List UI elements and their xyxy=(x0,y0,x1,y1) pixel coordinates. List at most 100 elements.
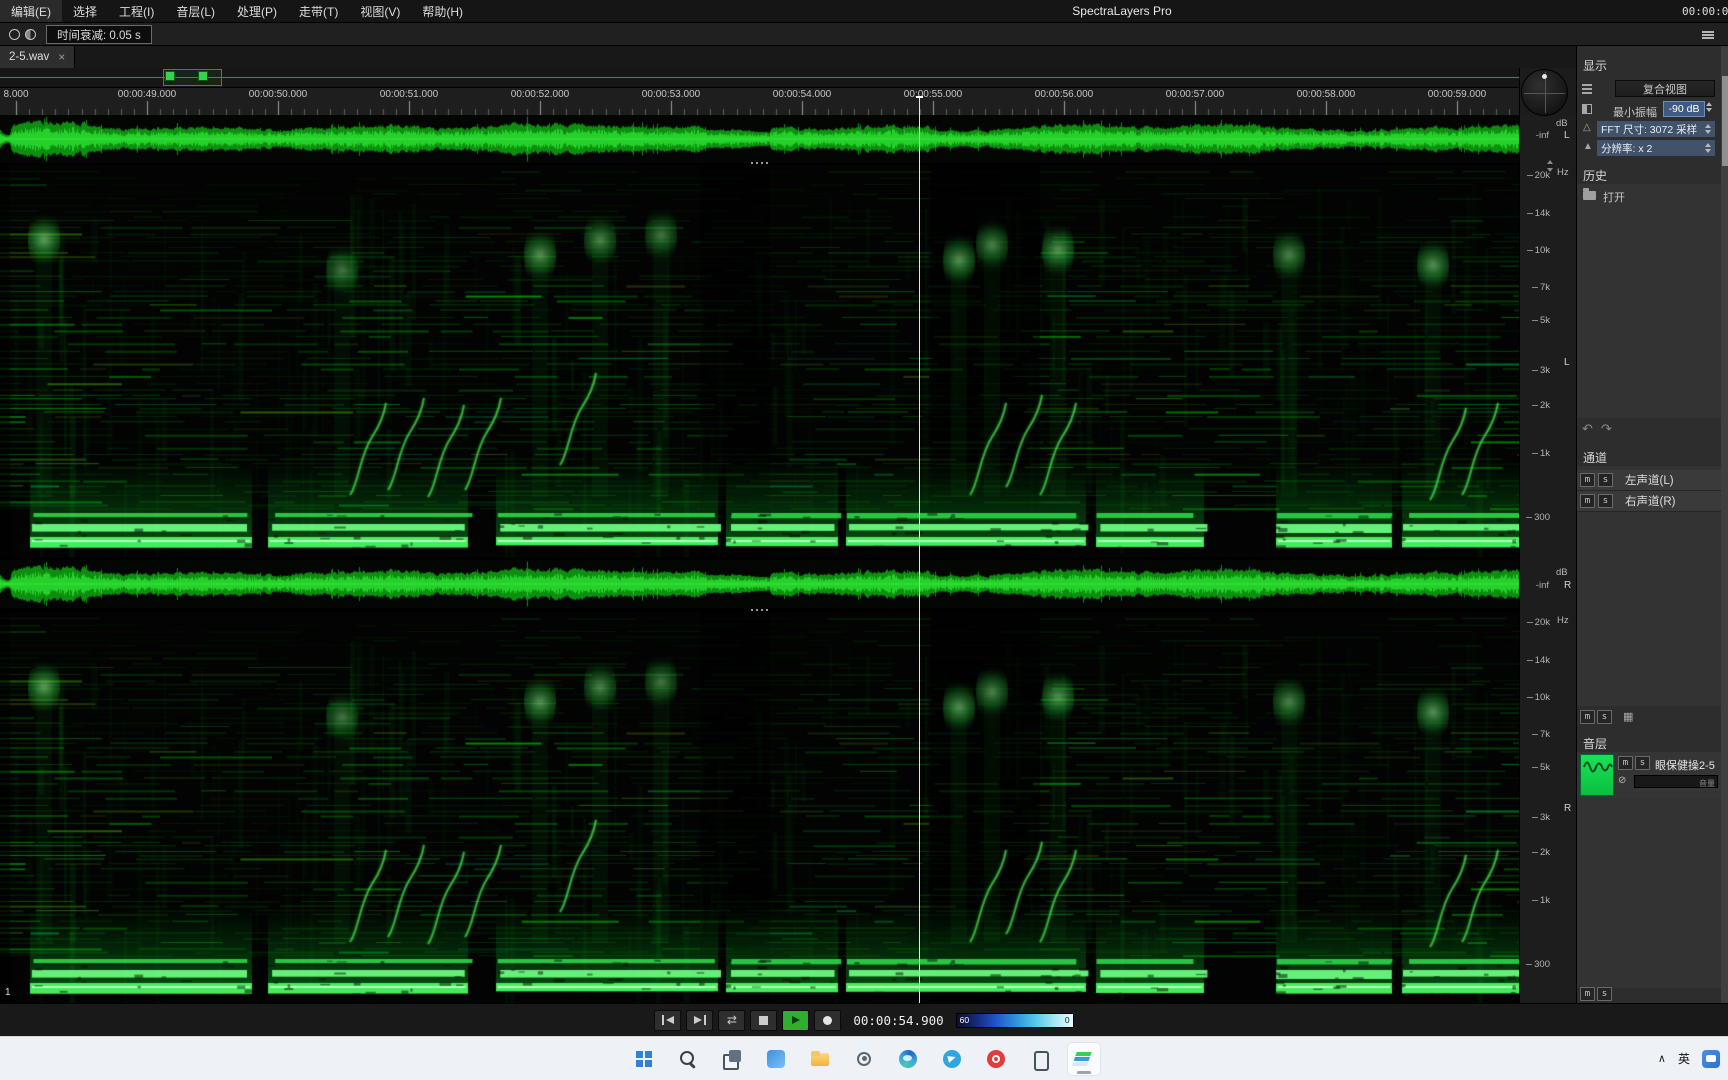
record-button[interactable] xyxy=(814,1009,842,1031)
frequency-scale: dB L -inf Hz 20k 14k 10k 7k 5k 3k 2k 1k 300 L dB… xyxy=(1519,115,1576,1003)
taskbar-start[interactable] xyxy=(627,1042,661,1076)
pan-knob[interactable] xyxy=(1521,69,1568,116)
layer-master-mute-button[interactable]: m xyxy=(1580,987,1595,1001)
chevron-up-icon[interactable]: ∧ xyxy=(1658,1052,1666,1065)
menu-item[interactable]: 编辑(E) xyxy=(0,0,62,22)
undo-icon[interactable]: ↶ xyxy=(1582,421,1593,437)
circle-tool-icon[interactable] xyxy=(9,29,20,40)
layer-item[interactable]: m s 眼保健操2-5 ⊘ 音量 xyxy=(1577,752,1721,798)
search-icon xyxy=(678,1049,698,1069)
file-tab[interactable]: 2-5.wav × xyxy=(0,46,76,68)
view-mode-button[interactable]: 复合视图 xyxy=(1615,80,1715,97)
grid-icon[interactable]: ▦ xyxy=(1623,710,1633,723)
selection-handle-left[interactable] xyxy=(165,71,175,81)
panel-scrollbar[interactable] xyxy=(1721,46,1728,1003)
mute-button[interactable]: m xyxy=(1580,494,1595,508)
taskbar-spectralayers[interactable] xyxy=(1067,1041,1101,1076)
layer-volume-slider[interactable]: 音量 xyxy=(1634,775,1718,788)
folder-icon xyxy=(1583,188,1596,200)
overview-selection[interactable] xyxy=(163,69,222,86)
taskbar-telegram[interactable] xyxy=(935,1042,969,1076)
menu-item[interactable]: 走带(T) xyxy=(288,0,349,22)
scroll-up-icon[interactable] xyxy=(1547,160,1553,164)
freq-tick-label: 2k xyxy=(1532,847,1550,858)
stop-button[interactable] xyxy=(750,1009,778,1031)
solo-button[interactable]: s xyxy=(1598,494,1613,508)
play-button[interactable] xyxy=(782,1009,810,1031)
widgets-icon xyxy=(766,1049,786,1069)
solo-all-button[interactable]: s xyxy=(1597,710,1612,724)
skip-forward-button[interactable] xyxy=(686,1009,714,1031)
hamburger-icon[interactable] xyxy=(1702,31,1714,39)
menu-item[interactable]: 视图(V) xyxy=(349,0,411,22)
ruler-time-label: 00:00:58.000 xyxy=(1296,89,1356,100)
scrollbar-thumb[interactable] xyxy=(1722,76,1728,166)
solo-button[interactable]: s xyxy=(1598,473,1613,487)
overview-navigator[interactable] xyxy=(0,68,1519,88)
drag-handle-dots[interactable] xyxy=(751,609,769,611)
phone-link-icon xyxy=(1030,1049,1050,1071)
time-fade-field[interactable]: 时间衰减: 0.05 s xyxy=(46,25,152,44)
playhead-line[interactable] xyxy=(919,96,920,1003)
spectrogram-right-channel[interactable] xyxy=(0,612,1519,1003)
close-icon[interactable]: × xyxy=(58,50,65,64)
record-icon xyxy=(986,1049,1006,1069)
selection-handle-right[interactable] xyxy=(198,71,208,81)
layer-mute-button[interactable]: m xyxy=(1618,756,1633,770)
resolution-spinner[interactable] xyxy=(1705,143,1711,153)
layer-master-solo-button[interactable]: s xyxy=(1597,987,1612,1001)
menu-item[interactable]: 处理(P) xyxy=(226,0,288,22)
min-amplitude-value[interactable]: -90 dB xyxy=(1663,101,1705,117)
resolution-row[interactable]: 分辨率: x 2 xyxy=(1597,140,1715,156)
resolution-label: 分辨率: x 2 xyxy=(1601,142,1653,155)
start-icon xyxy=(634,1049,654,1069)
taskbar-file-explorer[interactable] xyxy=(803,1042,837,1076)
spectralayers-window: 编辑(E) 选择 工程(I) 音层(L) 处理(P) 走带(T) 视图(V) 帮助(H) Sp… xyxy=(0,0,1728,1080)
waveform-left-channel[interactable] xyxy=(0,115,1519,163)
waveform-right-channel[interactable] xyxy=(0,560,1519,608)
freq-tick-label: 3k xyxy=(1532,812,1550,823)
layer-solo-button[interactable]: s xyxy=(1635,756,1650,770)
taskbar-settings[interactable] xyxy=(847,1042,881,1076)
mute-all-button[interactable]: m xyxy=(1580,710,1595,724)
channel-row[interactable]: m s 右声道(R) xyxy=(1577,491,1721,512)
loop-button[interactable]: ⇄ xyxy=(718,1009,746,1031)
mute-button[interactable]: m xyxy=(1580,473,1595,487)
min-amplitude-spinner[interactable] xyxy=(1706,102,1712,112)
drag-handle-dots[interactable] xyxy=(751,162,769,164)
channel-row[interactable]: m s 左声道(L) xyxy=(1577,470,1721,491)
freq-tick-label: 10k xyxy=(1527,245,1550,256)
time-ruler[interactable]: 8.000 00:00:49.000 00:00:50.000 00:00:51.00… xyxy=(0,88,1519,115)
menu-item[interactable]: 选择 xyxy=(62,0,108,22)
menu-item[interactable]: 帮助(H) xyxy=(411,0,474,22)
db-unit-label: dB xyxy=(1556,118,1568,129)
display-section-header: 显示 xyxy=(1583,59,1608,73)
ruler-time-label: 00:00:52.000 xyxy=(510,89,570,100)
taskbar-widgets[interactable] xyxy=(759,1042,793,1076)
freq-tick-label: 2k xyxy=(1532,400,1550,411)
stack-icon xyxy=(1582,83,1592,93)
taskbar-edge[interactable] xyxy=(891,1042,925,1076)
ime-indicator[interactable]: 英 xyxy=(1678,1050,1690,1067)
fft-spinner[interactable] xyxy=(1705,124,1711,134)
layer-thumbnail[interactable] xyxy=(1580,754,1614,796)
taskbar-search[interactable] xyxy=(671,1042,705,1076)
bypass-icon[interactable]: ⊘ xyxy=(1618,775,1626,786)
chat-icon[interactable] xyxy=(1702,1049,1720,1068)
tool-options-bar: 时间衰减: 0.05 s xyxy=(0,22,1728,46)
amplitude-colormap-slider[interactable]: 60 0 xyxy=(955,1012,1074,1028)
redo-icon[interactable]: ↷ xyxy=(1601,421,1612,437)
neg-inf-label: -inf xyxy=(1535,580,1549,591)
freq-tick-label: 300 xyxy=(1526,959,1550,970)
ruler-time-label: 00:00:50.000 xyxy=(248,89,308,100)
freq-tick-label: 10k xyxy=(1527,692,1550,703)
skip-back-button[interactable] xyxy=(654,1009,682,1031)
menu-item[interactable]: 工程(I) xyxy=(108,0,165,22)
spectrogram-left-channel[interactable] xyxy=(0,165,1519,557)
fft-size-row[interactable]: FFT 尺寸: 3072 采样 xyxy=(1597,121,1715,137)
taskbar-record[interactable] xyxy=(979,1042,1013,1076)
taskbar-task-view[interactable] xyxy=(715,1042,749,1076)
taskbar-phone-link[interactable] xyxy=(1023,1042,1057,1076)
overlap-circles-icon[interactable] xyxy=(25,29,36,40)
menu-item[interactable]: 音层(L) xyxy=(165,0,226,22)
